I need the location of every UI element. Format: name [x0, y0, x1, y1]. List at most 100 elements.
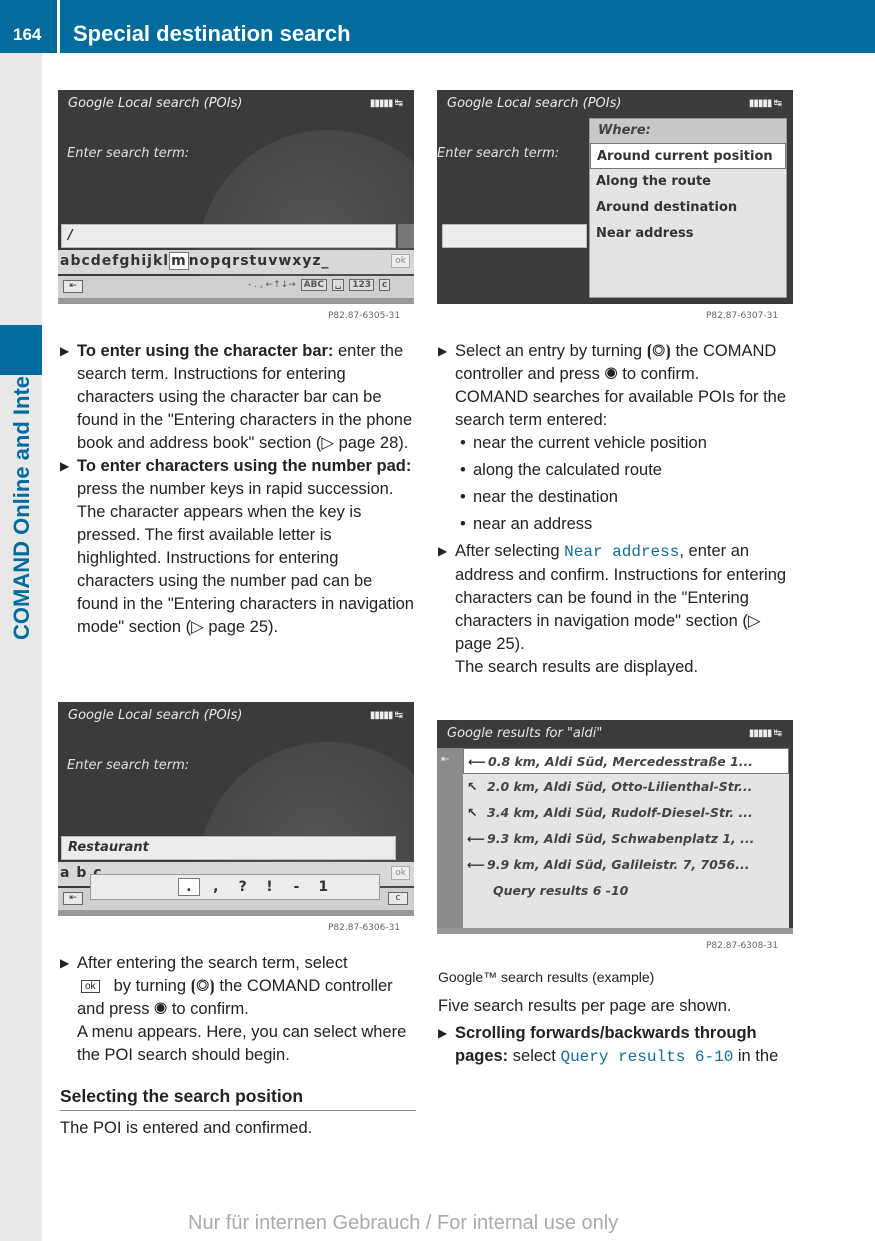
- direction-icon: ⟵: [467, 831, 485, 846]
- section-text: The POI is entered and confirmed.: [60, 1119, 313, 1137]
- symbol-keys: - . , ←↑↓→ ABC ␣ 123 c: [248, 279, 391, 291]
- menu-item-around-current-position[interactable]: Around current position: [590, 143, 786, 169]
- search-input[interactable]: /: [61, 224, 396, 248]
- chapter-title: COMAND Online and Internet: [9, 334, 34, 640]
- right-column-bottom: Google™ search results (example) Five se…: [438, 966, 794, 1069]
- punct-char[interactable]: 1: [312, 879, 334, 895]
- arrow-icon: ▶: [60, 459, 70, 473]
- bullet-item: • near the destination: [460, 488, 618, 506]
- search-label: Enter search term:: [67, 758, 190, 773]
- figure-code: P82.87-6306-31: [328, 923, 401, 933]
- instruction-number-pad: ▶ To enter characters using the number p…: [60, 457, 414, 636]
- result-item[interactable]: ↖ 3.4 km, Aldi Süd, Rudolf-Diesel-Str. ..…: [463, 800, 789, 826]
- arrow-icon: ▶: [438, 344, 448, 358]
- menu-item-around-destination[interactable]: Around destination: [590, 195, 786, 221]
- where-menu-title: Where:: [590, 119, 786, 143]
- char-selected[interactable]: m: [169, 252, 189, 270]
- chars-after[interactable]: nopqrstuvwxyz_: [189, 253, 330, 269]
- input-scrollbar: [398, 224, 414, 248]
- query-results-next[interactable]: Query results 6 -10: [463, 878, 789, 904]
- menu-ref-query-results: Query results 6-10: [560, 1048, 734, 1066]
- header-divider: [57, 0, 60, 53]
- figure-code: P82.87-6307-31: [706, 311, 779, 321]
- punct-char[interactable]: ?: [232, 879, 254, 895]
- bullet-item: • along the calculated route: [460, 461, 662, 479]
- search-label: Enter search term:: [437, 146, 560, 161]
- figure-code: P82.87-6308-31: [706, 941, 779, 951]
- bullet-item: • near the current vehicle position: [460, 434, 707, 452]
- direction-icon: ↖: [467, 779, 478, 794]
- direction-icon: ⟵: [467, 857, 485, 872]
- back-icon[interactable]: ⇤: [63, 280, 83, 293]
- search-input[interactable]: Restaurant: [61, 836, 396, 860]
- result-item[interactable]: ⟵ 9.3 km, Aldi Süd, Schwabenplatz 1, ...: [463, 826, 789, 852]
- signal-icon: ▮▮▮▮▮ ↹: [748, 98, 782, 109]
- character-bar[interactable]: abcdefghijkl m nopqrstuvwxyz_: [58, 250, 414, 274]
- signal-icon: ▮▮▮▮▮ ↹: [369, 710, 403, 721]
- section-heading: Selecting the search position: [60, 1085, 416, 1111]
- chars-before[interactable]: abcdefghijkl: [60, 253, 169, 269]
- left-column-top: ▶ To enter using the character bar: ente…: [60, 340, 416, 639]
- results-sidebar: [437, 748, 463, 934]
- arrow-icon: ▶: [60, 956, 70, 970]
- punct-char[interactable]: -: [285, 879, 307, 895]
- results-list: ⟵ 0.8 km, Aldi Süd, Mercedesstraße 1... ↖…: [463, 748, 789, 928]
- sidebar-strip-top: [0, 53, 42, 325]
- screenshot-where-menu: Google Local search (POIs) ▮▮▮▮▮ ↹ Enter…: [437, 90, 793, 304]
- back-icon[interactable]: ⇤: [63, 892, 83, 905]
- screenshot-number-pad: Google Local search (POIs) ▮▮▮▮▮ ↹ Enter…: [58, 702, 414, 916]
- search-input[interactable]: [442, 224, 587, 248]
- screenshot-search-results: Google results for "aldi" ▮▮▮▮▮ ↹ ⇤ ⟵ 0.8…: [437, 720, 793, 934]
- instruction-scrolling: ▶ Scrolling forwards/backwards through p…: [438, 1024, 779, 1066]
- instruction-confirm: ▶ After entering the search term, select…: [60, 954, 407, 1064]
- result-item[interactable]: ↖ 2.0 km, Aldi Süd, Otto-Lilienthal-Str..…: [463, 774, 789, 800]
- figure-code: P82.87-6305-31: [328, 311, 401, 321]
- punct-char[interactable]: ,: [205, 879, 227, 895]
- search-label: Enter search term:: [67, 146, 190, 161]
- key-space[interactable]: ␣: [331, 279, 345, 291]
- ok-key[interactable]: ok: [391, 254, 410, 268]
- arrow-icon: ▶: [438, 1026, 448, 1040]
- key-abc[interactable]: ABC: [300, 279, 328, 291]
- ok-key[interactable]: ok: [391, 866, 410, 880]
- right-column-top: ▶ Select an entry by turning ⦗◎⦘ the COM…: [438, 340, 794, 679]
- figure-caption: Google™ search results (example): [438, 969, 655, 985]
- punctuation-popup: . , ? ! - 1: [90, 874, 380, 900]
- punct-char[interactable]: .: [177, 878, 200, 896]
- page-number: 164: [13, 25, 42, 44]
- page-header: 164 Special destination search: [0, 0, 875, 53]
- left-column-bottom: ▶ After entering the search term, select…: [60, 952, 416, 1140]
- direction-icon: ⟵: [468, 754, 486, 769]
- screen-title: Google Local search (POIs): [447, 96, 622, 111]
- ok-button-symbol: ok: [81, 980, 100, 994]
- menu-item-along-route[interactable]: Along the route: [590, 169, 786, 195]
- clear-key[interactable]: c: [388, 892, 408, 905]
- screenshot-char-bar: Google Local search (POIs) ▮▮▮▮▮ ↹ Enter…: [58, 90, 414, 304]
- instruction-near-address: ▶ After selecting Near address, enter an…: [438, 542, 787, 676]
- screen-bottom-edge: [437, 928, 793, 934]
- screen-bottom-edge: [58, 298, 414, 304]
- screen-title: Google Local search (POIs): [68, 96, 243, 111]
- signal-icon: ▮▮▮▮▮ ↹: [369, 98, 403, 109]
- symbols[interactable]: - . , ←↑↓→: [248, 280, 296, 290]
- signal-icon: ▮▮▮▮▮ ↹: [748, 728, 782, 739]
- internal-use-stamp: Nur für internen Gebrauch / For internal…: [188, 1212, 619, 1234]
- paragraph: Five search results per page are shown.: [438, 997, 732, 1015]
- menu-ref-near-address: Near address: [564, 543, 680, 561]
- instruction-select-entry: ▶ Select an entry by turning ⦗◎⦘ the COM…: [438, 342, 787, 429]
- screen-title: Google Local search (POIs): [68, 708, 243, 723]
- bullet-item: • near an address: [460, 515, 593, 533]
- instruction-character-bar: ▶ To enter using the character bar: ente…: [60, 342, 413, 452]
- where-menu: Where: Around current position Along the…: [589, 118, 787, 298]
- result-item[interactable]: ⟵ 9.9 km, Aldi Süd, Galileistr. 7, 7056..…: [463, 852, 789, 878]
- key-clear[interactable]: c: [378, 279, 391, 291]
- result-item[interactable]: ⟵ 0.8 km, Aldi Süd, Mercedesstraße 1...: [463, 748, 789, 774]
- menu-item-near-address[interactable]: Near address: [590, 221, 786, 247]
- page-title: Special destination search: [73, 21, 351, 46]
- punct-char[interactable]: !: [259, 879, 281, 895]
- screen-title: Google results for "aldi": [447, 726, 603, 741]
- direction-icon: ↖: [467, 805, 478, 820]
- arrow-icon: ▶: [438, 544, 448, 558]
- key-123[interactable]: 123: [349, 279, 375, 291]
- back-icon[interactable]: ⇤: [441, 754, 449, 765]
